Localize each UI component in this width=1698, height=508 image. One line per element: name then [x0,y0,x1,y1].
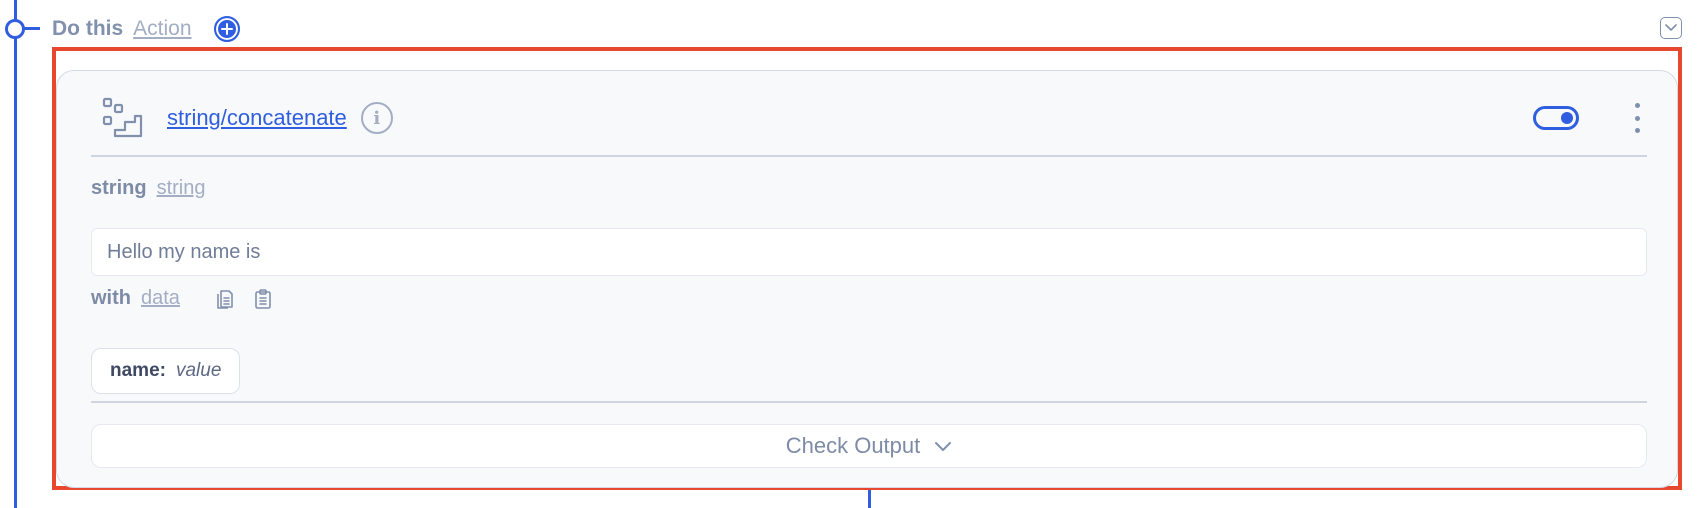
section-type-link[interactable]: Action [133,17,191,41]
add-action-button[interactable] [213,16,240,42]
param-string-label: string string [91,177,205,200]
kebab-dot [1634,103,1640,108]
flow-node [5,19,25,39]
chevron-down-icon [1665,24,1677,31]
entry-value: value [175,360,222,381]
flow-connector-bottom [868,490,871,508]
toggle-knob [1561,112,1573,124]
collapse-button[interactable] [1660,17,1682,39]
param-type-link[interactable]: data [141,287,180,310]
param-type-link[interactable]: string [157,177,206,200]
paste-icon[interactable] [252,288,274,310]
kebab-dot [1634,128,1640,133]
kebab-dot [1634,115,1640,121]
more-options-icon[interactable] [1631,103,1643,133]
data-entry-chip[interactable]: name: value [91,348,241,394]
plus-icon [220,23,233,35]
check-output-button[interactable]: Check Output [91,424,1647,468]
string-input[interactable]: Hello my name is [91,228,1647,276]
copy-icon[interactable] [214,288,236,310]
chevron-down-icon [935,441,952,451]
page: Do this Action string/concatenate i stri… [0,0,1698,508]
section-title: Do this [52,17,124,40]
param-name: with [91,287,131,309]
function-name-link[interactable]: string/concatenate [167,105,347,131]
flow-line [14,0,17,508]
param-name: string [91,177,147,199]
info-icon[interactable]: i [360,102,393,134]
action-header: string/concatenate i [101,93,1647,143]
entry-key: name: [110,360,166,381]
flow-connector [24,27,40,30]
enable-toggle[interactable] [1533,106,1579,130]
function-icon [102,97,143,138]
action-card: string/concatenate i string string Hello… [56,70,1678,488]
check-output-label: Check Output [785,433,921,458]
section-header: Do this Action [52,14,240,44]
header-divider [91,155,1647,157]
footer-divider [91,401,1647,403]
param-with-label: with data [91,287,274,310]
